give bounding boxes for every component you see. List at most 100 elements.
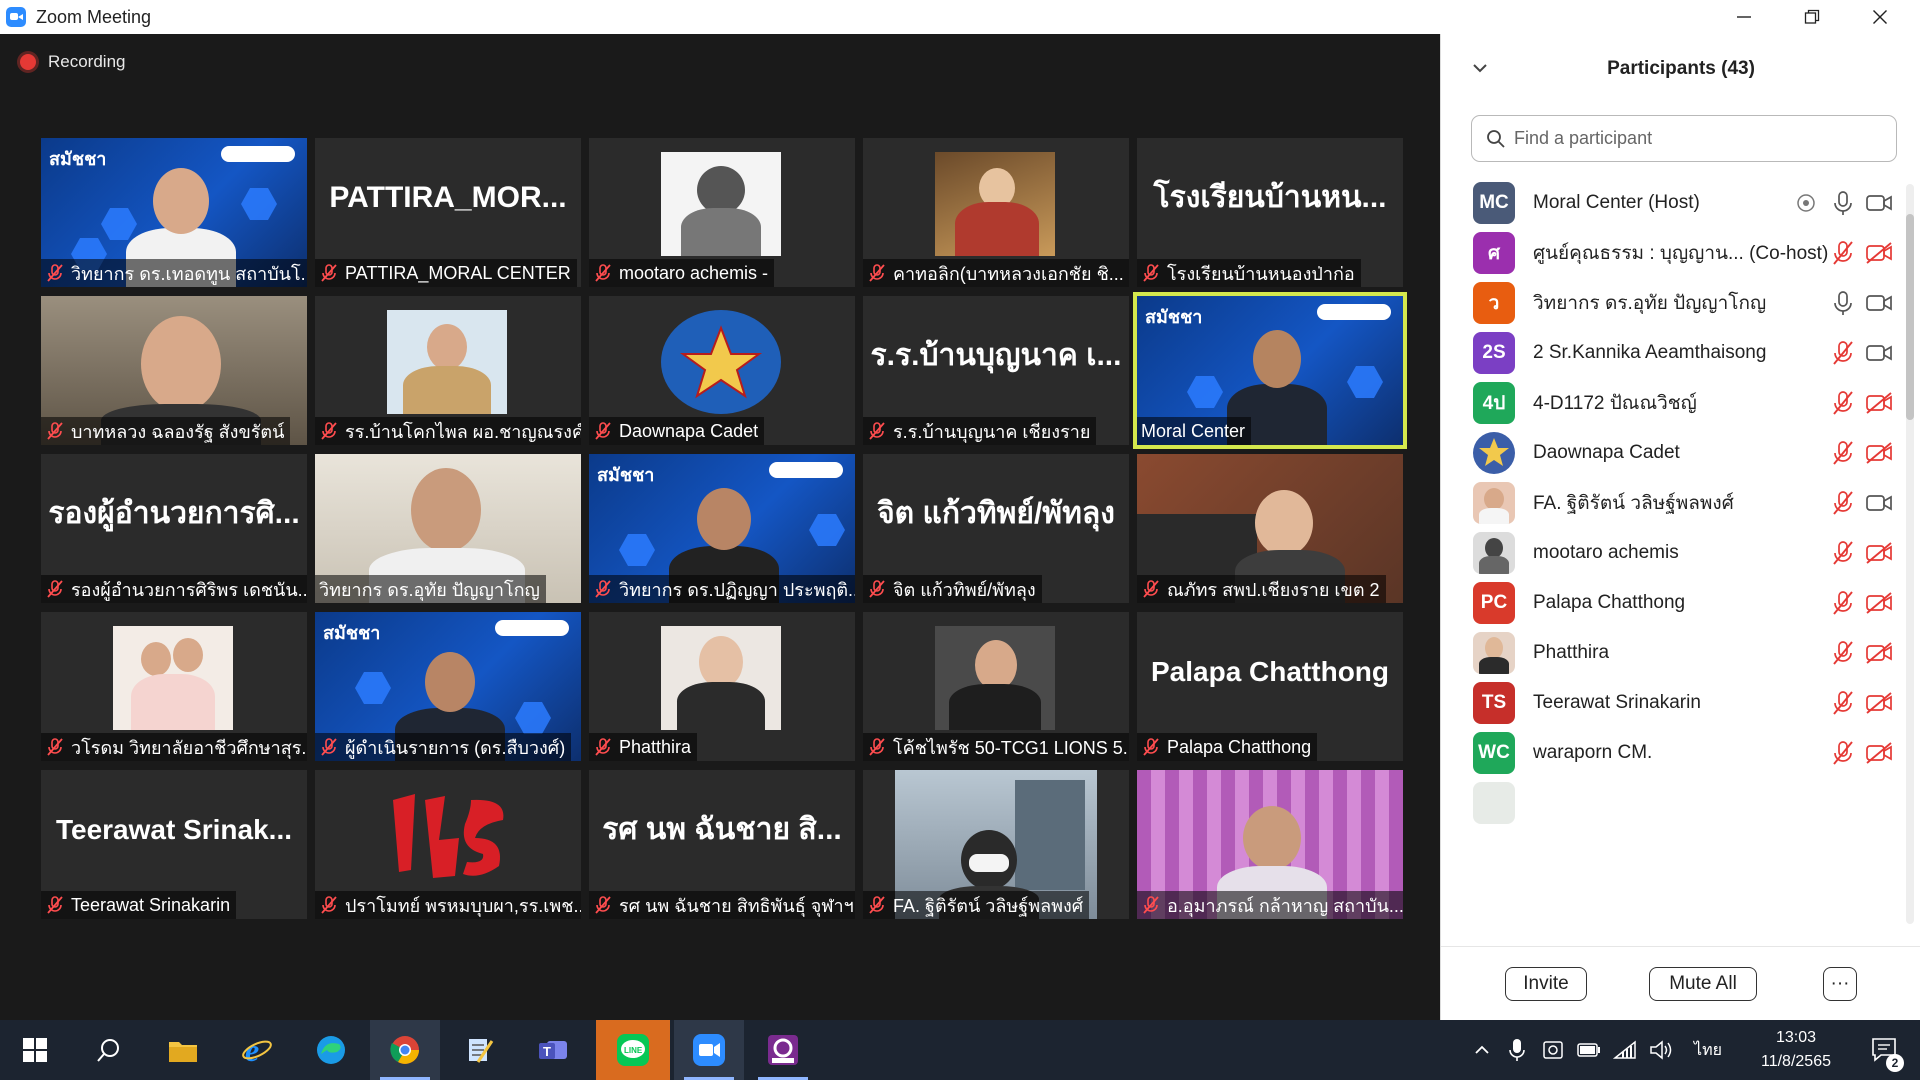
taskbar-zoom[interactable] [674,1020,744,1080]
close-button[interactable] [1846,0,1914,34]
video-tile[interactable]: ร.ร.บ้านบุญนาค เ... ร.ร.บ้านบุญนาค เชียง… [863,296,1129,445]
banner-logo: สมัชชา [49,149,107,169]
video-tile[interactable]: ณภัทร สพป.เชียงราย เขต 2 [1137,454,1403,603]
picture-head [975,640,1017,690]
video-tile[interactable]: สมัชชา ผู้ดำเนินรายการ (ดร.สืบวงศ์) [315,612,581,761]
muted-mic-icon[interactable] [1831,590,1855,616]
title-bar: Zoom Meeting [0,0,1920,34]
picture-body [403,366,491,414]
banner-badges [769,462,843,478]
tray-volume[interactable] [1644,1020,1678,1080]
participant-search-input[interactable] [1514,128,1894,149]
muted-mic-icon[interactable] [1831,340,1855,366]
notepad-icon [469,1039,494,1063]
video-tile[interactable]: คาทอลิก(บาทหลวงเอกชัย ชิ... [863,138,1129,287]
camera-off-icon[interactable] [1865,641,1893,665]
camera-icon[interactable] [1865,291,1893,315]
video-tile[interactable]: Teerawat Srinak... Teerawat Srinakarin [41,770,307,919]
banner-badges [1317,304,1391,320]
taskbar-search-button[interactable] [74,1020,144,1080]
muted-mic-icon [869,738,885,756]
mic-icon[interactable] [1831,290,1855,316]
taskbar-file-explorer[interactable] [148,1020,218,1080]
muted-mic-icon[interactable] [1831,390,1855,416]
muted-mic-icon[interactable] [1831,440,1855,466]
windows-start-icon [23,1038,47,1062]
muted-mic-icon[interactable] [1831,540,1855,566]
muted-mic-icon[interactable] [1831,690,1855,716]
camera-icon[interactable] [1865,491,1893,515]
video-tile[interactable]: สมัชชา วิทยากร ดร.เทอดทูน สถาบันโ... [41,138,307,287]
recording-indicator[interactable]: Recording [20,52,126,72]
video-tile[interactable]: บาทหลวง ฉลองรัฐ สังขรัตน์ [41,296,307,445]
mic-icon[interactable] [1831,190,1855,216]
chevron-down-icon[interactable] [1471,59,1489,77]
muted-mic-icon[interactable] [1831,740,1855,766]
notification-center-button[interactable]: 2 [1860,1020,1910,1080]
video-tile[interactable]: mootaro achemis - [589,138,855,287]
video-tile[interactable]: Palapa Chatthong Palapa Chatthong [1137,612,1403,761]
muted-mic-icon[interactable] [1831,240,1855,266]
banner-badges [221,146,295,162]
mute-all-button[interactable]: Mute All [1649,967,1757,1001]
camera-off-icon[interactable] [1865,691,1893,715]
video-tile[interactable]: โค้ชไพรัช 50-TCG1 LIONS 5... [863,612,1129,761]
tray-overflow-button[interactable] [1466,1020,1498,1080]
video-tile[interactable]: จิต แก้วทิพย์/พัทลุง จิต แก้วทิพย์/พัทลุ… [863,454,1129,603]
video-tile[interactable]: วโรดม วิทยาลัยอาชีวศึกษาสุร... [41,612,307,761]
video-tile[interactable]: Daownapa Cadet [589,296,855,445]
tray-microphone[interactable] [1500,1020,1534,1080]
avatar: ศ [1473,232,1515,274]
video-tile[interactable]: โรงเรียนบ้านหน... โรงเรียนบ้านหนองป่าก่อ [1137,138,1403,287]
camera-off-icon[interactable] [1865,591,1893,615]
edge-icon [317,1036,345,1064]
camera-icon[interactable] [1865,191,1893,215]
camera-off-icon[interactable] [1865,241,1893,265]
video-tile[interactable]: รศ นพ ฉันชาย สิ... รศ นพ ฉันชาย สิทธิพัน… [589,770,855,919]
video-tile[interactable]: PATTIRA_MOR... PATTIRA_MORAL CENTER [315,138,581,287]
participant-search-box[interactable] [1471,115,1897,162]
video-tile[interactable]: สมัชชา วิทยากร ดร.ปฏิญญา ประพฤติ... [589,454,855,603]
video-tile[interactable]: รองผู้อำนวยการศิ... รองผู้อำนวยการศิริพร… [41,454,307,603]
minimize-button[interactable] [1710,0,1778,34]
avatar-initials: ศ [1487,243,1501,264]
camera-off-icon[interactable] [1865,541,1893,565]
tile-display-name: รองผู้อำนวยการศิ... [48,497,300,530]
video-tile[interactable]: FA. ฐิติรัตน์ วลิษฐ์พลพงศ์ [863,770,1129,919]
taskbar-teams[interactable]: T [518,1020,588,1080]
tile-name-label: Moral Center [1137,417,1252,445]
avatar-head [1484,488,1504,510]
taskbar-chrome[interactable] [370,1020,440,1080]
video-tile[interactable]: Phatthira [589,612,855,761]
video-tile[interactable]: วิทยากร ดร.อุทัย ปัญญาโกญ [315,454,581,603]
restore-button[interactable] [1778,0,1846,34]
muted-mic-icon [869,896,885,914]
video-tile[interactable]: ปราโมทย์ พรหมบุบผา,รร.เพช... [315,770,581,919]
camera-off-icon[interactable] [1865,741,1893,765]
video-tile[interactable]: อ.อุมาภรณ์ กล้าหาญ สถาบัน... [1137,770,1403,919]
invite-button[interactable]: Invite [1505,967,1587,1001]
tray-security[interactable] [1536,1020,1570,1080]
taskbar-notepad[interactable] [444,1020,514,1080]
muted-mic-icon[interactable] [1831,640,1855,666]
more-options-button[interactable]: ··· [1823,967,1857,1001]
muted-mic-icon[interactable] [1831,490,1855,516]
camera-off-icon[interactable] [1865,391,1893,415]
tray-wifi[interactable] [1608,1020,1642,1080]
camera-off-icon[interactable] [1865,441,1893,465]
tray-battery[interactable] [1572,1020,1606,1080]
taskbar-line[interactable]: LINE [596,1020,670,1080]
video-tile[interactable]: รร.บ้านโคกไพล ผอ.ชาญณรงค์ [315,296,581,445]
picture-head [427,324,467,370]
taskbar-edge[interactable] [296,1020,366,1080]
camera-icon[interactable] [1865,341,1893,365]
start-button[interactable] [0,1020,70,1080]
taskbar-internet-explorer[interactable]: e [222,1020,292,1080]
video-tile-active-speaker[interactable]: สมัชชา Moral Center [1133,292,1407,449]
participant-row-partial[interactable] [1441,772,1903,834]
tray-language[interactable]: ไทย [1684,1020,1732,1080]
taskbar-pdf[interactable] [748,1020,818,1080]
participant-list-scrollbar[interactable] [1906,184,1914,924]
taskbar-clock[interactable]: 13:03 11/8/2565 [1736,1026,1856,1076]
scrollbar-thumb[interactable] [1906,214,1914,420]
